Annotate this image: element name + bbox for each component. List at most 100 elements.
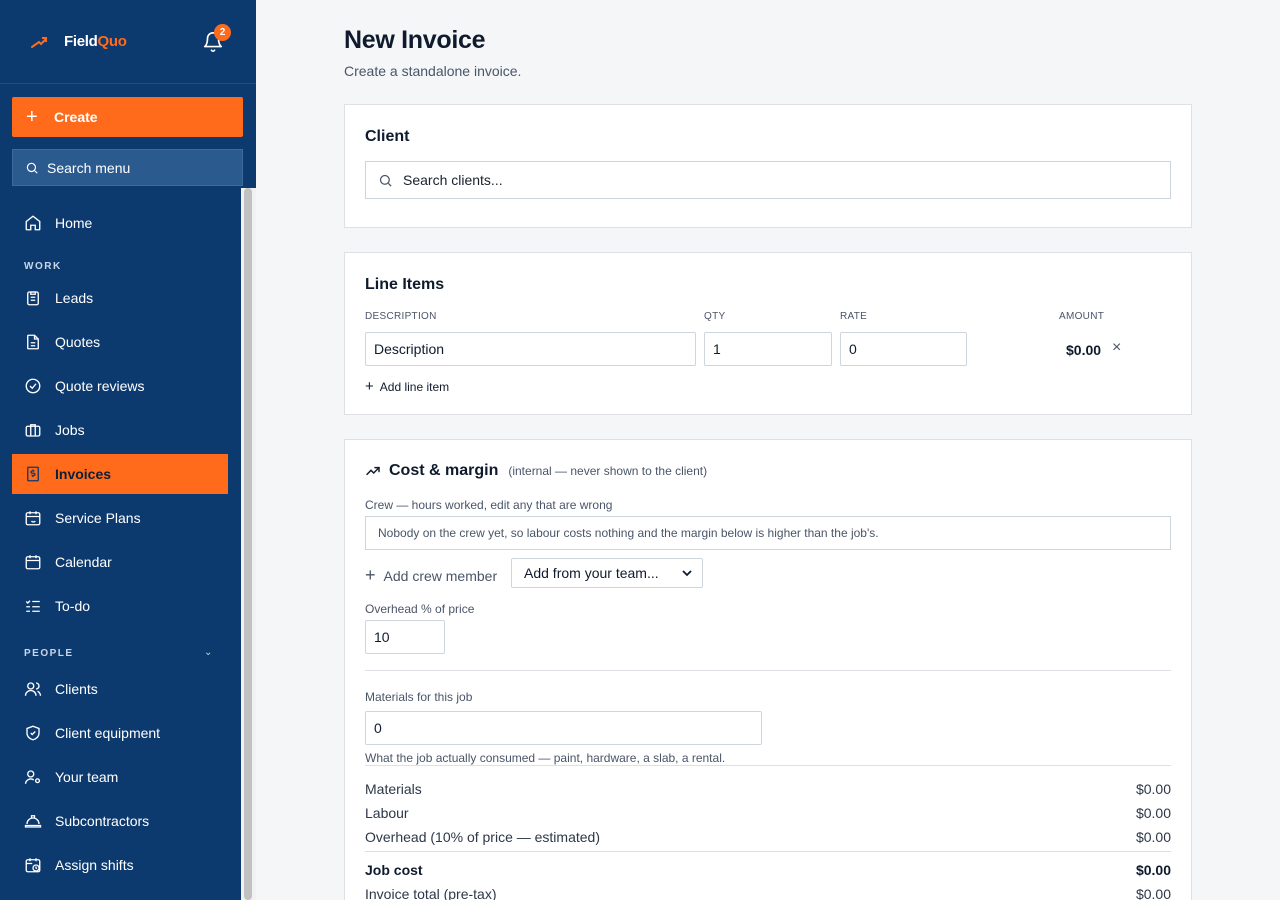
sidebar-item-leads[interactable]: Leads bbox=[12, 278, 228, 318]
col-header-description: DESCRIPTION bbox=[365, 311, 437, 322]
summary-label: Materials bbox=[365, 781, 422, 797]
crew-empty-message: Nobody on the crew yet, so labour costs … bbox=[365, 516, 1171, 550]
create-label: Create bbox=[54, 109, 98, 125]
shield-check-icon bbox=[26, 725, 40, 741]
line-item-qty-input[interactable]: 1 bbox=[704, 332, 832, 366]
scrollbar-thumb[interactable] bbox=[244, 188, 252, 900]
plus-icon: + bbox=[26, 106, 38, 128]
crew-label: Crew — hours worked, edit any that are w… bbox=[365, 498, 613, 512]
cost-margin-title: Cost & margin bbox=[389, 462, 499, 479]
sidebar-item-clients[interactable]: Clients bbox=[12, 669, 228, 709]
col-header-qty: QTY bbox=[704, 311, 726, 322]
line-items-title: Line Items bbox=[365, 276, 445, 293]
sidebar-item-label: Home bbox=[55, 215, 93, 231]
sidebar-item-calendar[interactable]: Calendar bbox=[12, 542, 228, 582]
plus-icon: + bbox=[365, 565, 376, 585]
summary-value: $0.00 bbox=[1135, 805, 1171, 821]
add-line-item-button[interactable]: + Add line item bbox=[365, 378, 449, 395]
sidebar-item-service-plans[interactable]: Service Plans bbox=[12, 498, 228, 538]
checklist-icon bbox=[25, 600, 40, 612]
summary-label: Overhead (10% of price — estimated) bbox=[365, 829, 600, 845]
user-cog-icon bbox=[24, 770, 41, 784]
page-subtitle: Create a standalone invoice. bbox=[344, 63, 522, 79]
brand-name-part1: Field bbox=[64, 33, 98, 50]
sidebar-item-quotes[interactable]: Quotes bbox=[12, 322, 228, 362]
col-header-rate: RATE bbox=[840, 311, 868, 322]
logo-icon bbox=[31, 37, 47, 48]
add-crew-member-button[interactable]: + Add crew member bbox=[365, 565, 497, 586]
sidebar-item-your-team[interactable]: Your team bbox=[12, 757, 228, 797]
summary-label: Labour bbox=[365, 805, 409, 821]
calendar-clock-icon bbox=[25, 858, 41, 873]
brand-name[interactable]: FieldQuo bbox=[64, 33, 127, 50]
cost-margin-note: (internal — never shown to the client) bbox=[508, 464, 708, 478]
sidebar-item-label: Calendar bbox=[55, 554, 112, 570]
line-item-description-input[interactable]: Description bbox=[365, 332, 696, 366]
users-icon bbox=[24, 682, 42, 696]
sidebar-item-label: Your team bbox=[55, 769, 119, 785]
add-line-item-label: Add line item bbox=[379, 379, 450, 394]
create-button[interactable]: + Create bbox=[12, 97, 243, 137]
sidebar-scrollbar[interactable] bbox=[241, 188, 256, 900]
line-item-rate-input[interactable]: 0 bbox=[840, 332, 967, 366]
overhead-input[interactable]: 10 bbox=[365, 620, 445, 654]
sidebar-item-label: Assign shifts bbox=[55, 857, 134, 873]
sidebar-item-jobs[interactable]: Jobs bbox=[12, 410, 228, 450]
calendar-sync-icon bbox=[25, 511, 41, 526]
line-items-card: Line Items DESCRIPTION QTY RATE AMOUNT D… bbox=[344, 252, 1192, 415]
client-card-title: Client bbox=[365, 128, 410, 145]
search-icon bbox=[379, 174, 392, 187]
sidebar-item-client-equipment[interactable]: Client equipment bbox=[12, 713, 228, 753]
section-work-heading: WORK bbox=[24, 261, 62, 272]
add-crew-label: Add crew member bbox=[383, 567, 498, 584]
client-search-input[interactable]: Search clients... bbox=[365, 161, 1171, 199]
summary-row-overhead: Overhead (10% of price — estimated) $0.0… bbox=[365, 829, 1171, 845]
summary-row-materials: Materials $0.00 bbox=[365, 781, 1171, 797]
materials-help: What the job actually consumed — paint, … bbox=[365, 751, 726, 765]
notification-badge: 2 bbox=[214, 24, 231, 41]
line-item-amount: $0.00 bbox=[1066, 342, 1102, 358]
job-cost-label: Job cost bbox=[365, 862, 423, 878]
team-select[interactable]: Add from your team... bbox=[511, 558, 703, 588]
search-menu-input[interactable]: Search menu bbox=[12, 149, 243, 186]
brand-header: FieldQuo 2 bbox=[0, 0, 256, 84]
sidebar-item-label: Service Plans bbox=[55, 510, 141, 526]
sidebar-item-label: Client equipment bbox=[55, 725, 161, 741]
sidebar-item-assign-shifts[interactable]: Assign shifts bbox=[12, 845, 228, 885]
summary-value: $0.00 bbox=[1135, 829, 1171, 845]
sidebar-item-todo[interactable]: To-do bbox=[12, 586, 228, 626]
chevron-down-icon bbox=[682, 570, 692, 577]
check-circle-icon bbox=[25, 378, 41, 394]
chevron-down-icon[interactable]: ⌄ bbox=[204, 647, 212, 658]
sidebar-item-quote-reviews[interactable]: Quote reviews bbox=[12, 366, 228, 406]
client-card: Client Search clients... bbox=[344, 104, 1192, 228]
sidebar-item-label: To-do bbox=[55, 598, 91, 614]
sidebar-item-home[interactable]: Home bbox=[12, 203, 228, 243]
section-people-heading[interactable]: PEOPLE bbox=[24, 648, 74, 659]
invoice-icon bbox=[27, 466, 39, 482]
sidebar-item-label: Quotes bbox=[55, 334, 101, 350]
materials-input[interactable]: 0 bbox=[365, 711, 762, 745]
materials-label: Materials for this job bbox=[365, 690, 473, 704]
file-text-icon bbox=[27, 334, 39, 350]
sidebar-item-label: Clients bbox=[55, 681, 98, 697]
calendar-icon bbox=[25, 555, 41, 570]
team-select-value: Add from your team... bbox=[524, 565, 659, 581]
clipboard-icon bbox=[27, 291, 39, 306]
sidebar-item-label: Subcontractors bbox=[55, 813, 150, 829]
home-icon bbox=[25, 215, 41, 231]
search-icon bbox=[26, 162, 38, 174]
trending-up-icon bbox=[366, 466, 380, 476]
page-title: New Invoice bbox=[344, 26, 486, 54]
summary-row-invoice-total: Invoice total (pre-tax) $0.00 bbox=[365, 886, 1171, 900]
brand-name-part2: Quo bbox=[97, 33, 127, 50]
remove-line-item-icon[interactable]: × bbox=[1112, 339, 1121, 357]
summary-row-job-cost: Job cost $0.00 bbox=[365, 862, 1171, 878]
sidebar-item-label: Leads bbox=[55, 290, 94, 306]
col-header-amount: AMOUNT bbox=[1059, 311, 1105, 322]
sidebar-item-invoices[interactable]: Invoices bbox=[12, 454, 228, 494]
sidebar-item-subcontractors[interactable]: Subcontractors bbox=[12, 801, 228, 841]
divider bbox=[365, 765, 1171, 766]
job-cost-value: $0.00 bbox=[1135, 862, 1171, 878]
overhead-label: Overhead % of price bbox=[365, 602, 475, 616]
